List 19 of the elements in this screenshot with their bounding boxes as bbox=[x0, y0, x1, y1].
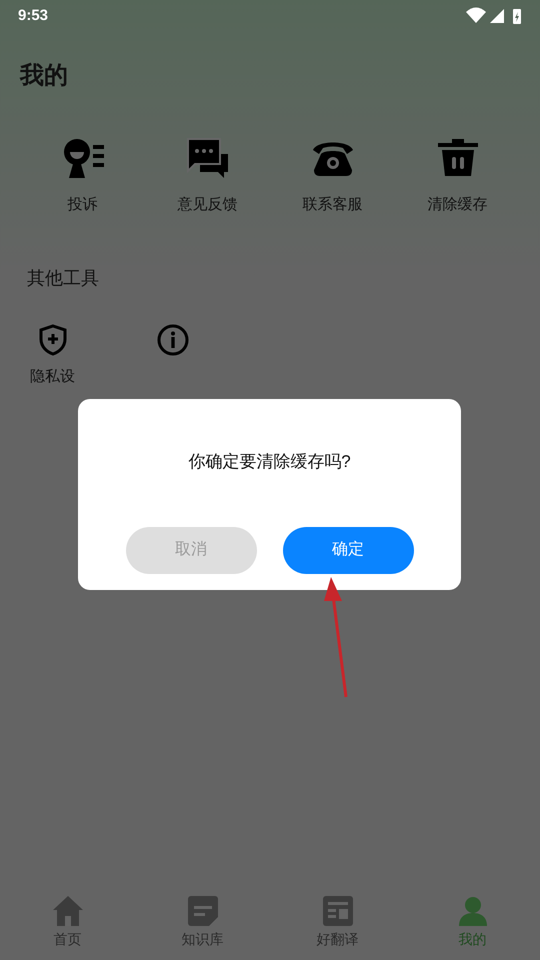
chat-bubbles-icon bbox=[186, 136, 230, 180]
page-title: 我的 bbox=[20, 61, 68, 91]
nav-tab[interactable]: 我的 bbox=[405, 895, 540, 950]
confirm-button[interactable]: 确定 bbox=[282, 526, 414, 574]
nav-tab[interactable]: 知识库 bbox=[135, 895, 270, 950]
nav-tab[interactable]: 好翻译 bbox=[270, 895, 405, 950]
info-icon bbox=[157, 324, 189, 356]
cancel-button[interactable]: 取消 bbox=[126, 526, 256, 574]
tool-label[interactable]: 隐私设 bbox=[30, 366, 75, 388]
dialog-message: 你确定要清除缓存吗? bbox=[188, 451, 351, 473]
action-label[interactable]: 联系客服 bbox=[302, 194, 362, 216]
section-title: 其他工具 bbox=[27, 266, 100, 290]
action-label[interactable]: 投诉 bbox=[68, 194, 98, 216]
action-label[interactable]: 意见反馈 bbox=[178, 194, 238, 216]
status-icons bbox=[466, 7, 522, 25]
nav-tab[interactable]: 首页 bbox=[0, 895, 135, 950]
action-label[interactable]: 清除缓存 bbox=[428, 194, 488, 216]
status-time: 9:53 bbox=[18, 6, 48, 26]
shield-plus-icon bbox=[38, 324, 68, 356]
